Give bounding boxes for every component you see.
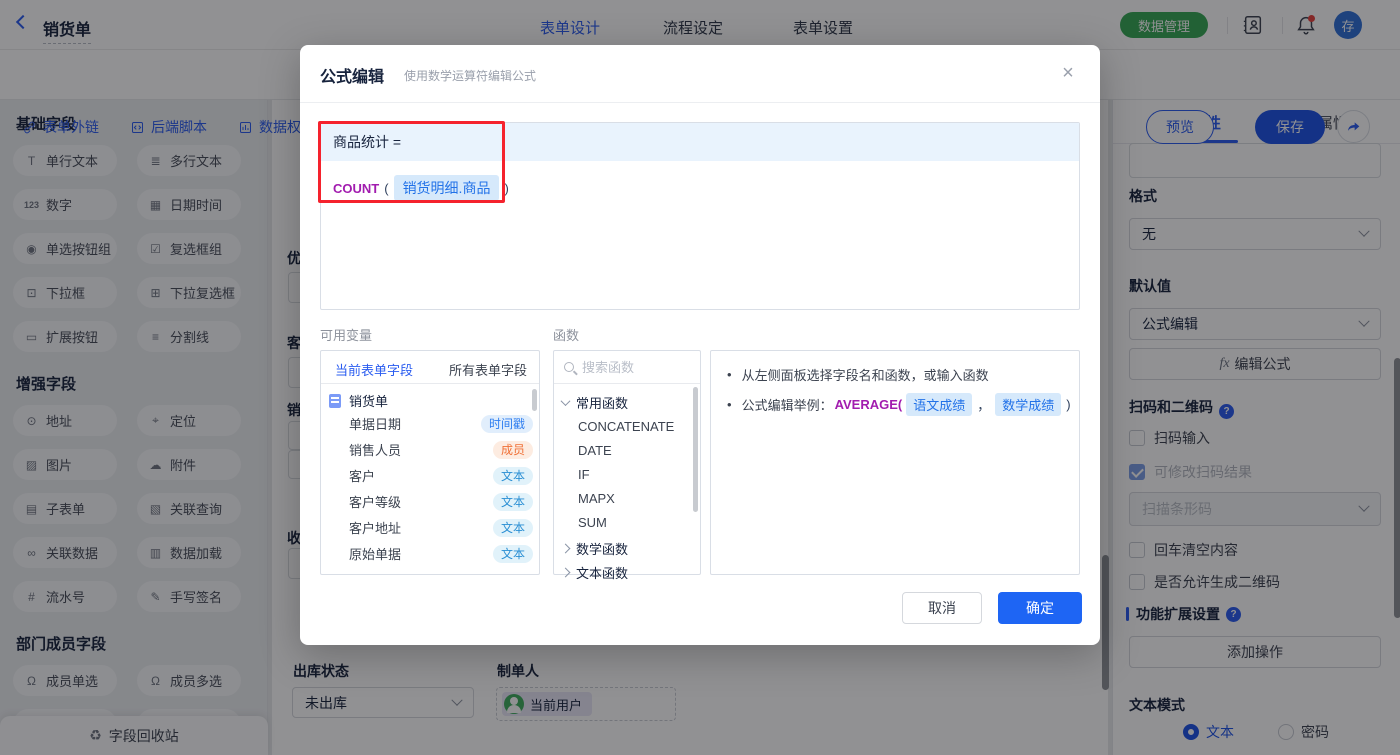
function-group-text[interactable]: 文本函数 <box>560 563 628 582</box>
tree-root-row[interactable]: 销货单 <box>329 391 388 410</box>
paren-open: ( <box>384 180 389 196</box>
help-panel: 从左侧面板选择字段名和函数，或输入函数 公式编辑举例： AVERAGE( 语文成… <box>710 350 1080 575</box>
function-item[interactable]: IF <box>578 467 590 482</box>
variable-row[interactable]: 销售人员 成员 <box>349 440 533 459</box>
type-badge: 文本 <box>492 466 533 485</box>
example-token: 数学成绩 <box>995 393 1062 416</box>
type-badge: 时间戳 <box>480 414 533 433</box>
list-scrollbar[interactable] <box>693 387 698 512</box>
form-designer-app: 销货单 表单设计 流程设定 表单设置 数据管理 存 表单外链 后端脚本 数据权 … <box>0 0 1400 755</box>
functions-panel: 常用函数 CONCATENATE DATE IF MAPX SUM 数学函数 文… <box>553 350 701 581</box>
search-icon <box>564 362 574 372</box>
example-function-name: AVERAGE( <box>834 397 903 412</box>
cancel-button[interactable]: 取消 <box>902 592 982 624</box>
search-input[interactable] <box>582 359 672 375</box>
functions-label: 函数 <box>553 328 580 343</box>
variable-row[interactable]: 客户等级 文本 <box>349 492 533 511</box>
variable-row[interactable]: 客户 文本 <box>349 466 533 485</box>
paren-close: ) <box>1066 397 1071 412</box>
confirm-button[interactable]: 确定 <box>998 592 1082 624</box>
chevron-right-icon <box>560 543 571 554</box>
variables-label: 可用变量 <box>320 328 373 343</box>
variable-row[interactable]: 单据日期 时间戳 <box>349 414 533 433</box>
divider <box>554 383 700 384</box>
divider <box>321 383 539 384</box>
modal-title: 公式编辑 <box>320 69 385 86</box>
variable-row[interactable]: 原始单据 文本 <box>349 544 533 563</box>
help-line-2: 公式编辑举例： AVERAGE( 语文成绩 ， 数学成绩 ) <box>727 393 1076 416</box>
variables-panel: 当前表单字段 所有表单字段 销货单 单据日期 时间戳 销售人员 成员 客户 文本… <box>320 350 540 575</box>
function-item[interactable]: SUM <box>578 515 607 530</box>
type-badge: 文本 <box>492 544 533 563</box>
tab-all-form-fields[interactable]: 所有表单字段 <box>449 360 527 379</box>
formula-editor-area[interactable]: 商品统计 = COUNT ( 销货明细.商品 ) <box>320 122 1080 310</box>
help-line-1: 从左侧面板选择字段名和函数，或输入函数 <box>727 365 989 384</box>
form-doc-icon <box>329 393 341 408</box>
comma: ， <box>977 398 991 413</box>
function-search[interactable] <box>554 351 700 383</box>
chevron-down-icon <box>560 396 571 407</box>
chevron-right-icon <box>560 567 571 578</box>
function-name: COUNT <box>333 180 380 196</box>
function-group-common[interactable]: 常用函数 <box>560 393 628 412</box>
tab-current-form-fields[interactable]: 当前表单字段 <box>335 360 413 379</box>
type-badge: 文本 <box>492 492 533 511</box>
paren-close: ) <box>504 180 509 196</box>
function-item[interactable]: DATE <box>578 443 612 458</box>
formula-target-row: 商品统计 = <box>321 123 1079 161</box>
example-token: 语文成绩 <box>906 393 973 416</box>
function-item[interactable]: CONCATENATE <box>578 419 674 434</box>
formula-expression[interactable]: COUNT ( 销货明细.商品 ) <box>333 175 514 201</box>
function-item[interactable]: MAPX <box>578 491 615 506</box>
divider <box>300 102 1100 103</box>
close-icon[interactable] <box>1056 61 1080 85</box>
formula-editor-modal: 公式编辑 使用数学运算符编辑公式 商品统计 = COUNT ( 销货明细.商品 … <box>300 45 1100 645</box>
field-token[interactable]: 销货明细.商品 <box>393 175 500 201</box>
type-badge: 成员 <box>492 440 533 459</box>
modal-subtitle: 使用数学运算符编辑公式 <box>404 69 537 83</box>
list-scrollbar[interactable] <box>532 389 537 411</box>
variable-row[interactable]: 客户地址 文本 <box>349 518 533 537</box>
type-badge: 文本 <box>492 518 533 537</box>
function-group-math[interactable]: 数学函数 <box>560 539 628 558</box>
